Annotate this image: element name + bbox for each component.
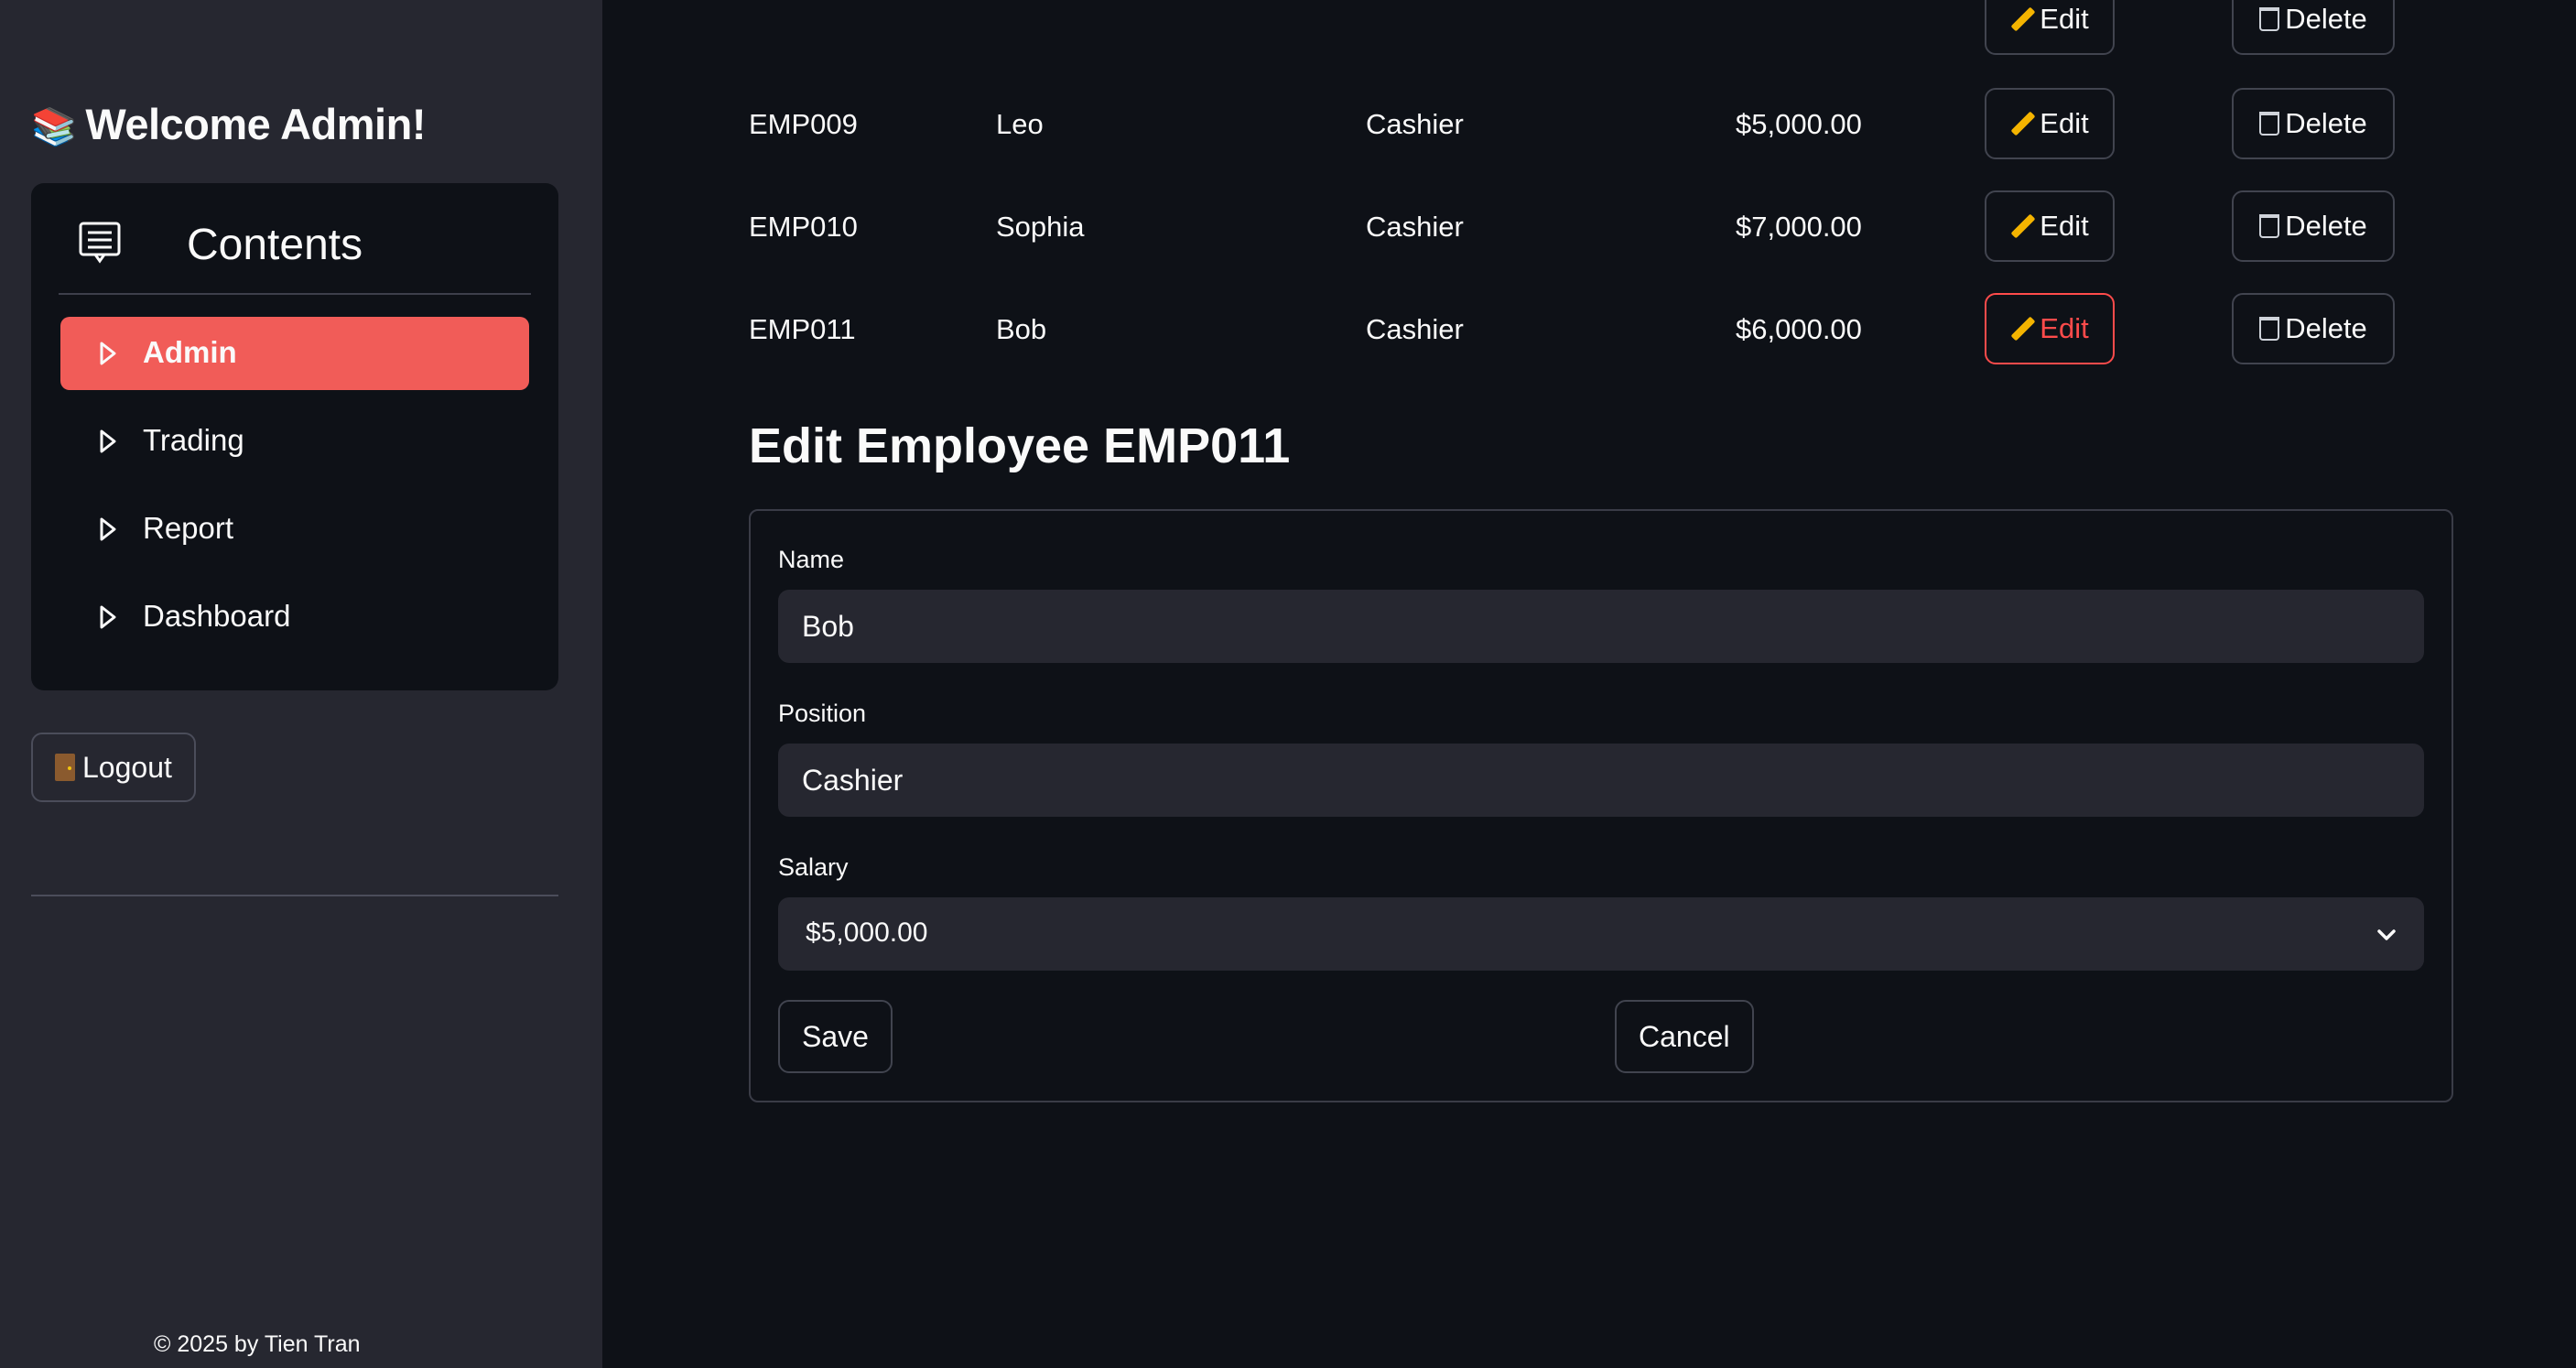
navigation-menu: Contents Admin Trading Report Dashboard <box>31 183 558 690</box>
menu-item-label: Report <box>143 511 234 545</box>
menu-item-admin[interactable]: Admin <box>60 317 529 390</box>
delete-button[interactable]: Delete <box>2232 88 2395 159</box>
door-icon <box>55 754 75 781</box>
form-title: Edit Employee EMP011 <box>749 418 1291 473</box>
cell-position: Cashier <box>1366 211 1464 243</box>
menu-item-trading[interactable]: Trading <box>60 405 529 478</box>
salary-selected-value: $5,000.00 <box>806 917 928 948</box>
pencil-icon <box>2010 317 2034 341</box>
trash-icon <box>2259 112 2280 136</box>
cell-name: Sophia <box>996 211 1085 243</box>
cell-position: Cashier <box>1366 313 1464 345</box>
play-icon <box>100 605 116 629</box>
edit-employee-form: Name Position Salary $5,000.00 Save Canc… <box>749 509 2453 1102</box>
footer-copyright: © 2025 by Tien Tran <box>154 1331 361 1357</box>
play-icon <box>100 342 116 365</box>
cell-name: Leo <box>996 108 1044 140</box>
menu-item-dashboard[interactable]: Dashboard <box>60 581 529 654</box>
menu-item-label: Trading <box>143 423 244 457</box>
save-button[interactable]: Save <box>778 1000 893 1073</box>
edit-button[interactable]: Edit <box>1985 190 2115 262</box>
books-icon: 📚 <box>31 107 77 147</box>
cell-id: EMP010 <box>749 211 858 243</box>
trash-icon <box>2259 317 2280 341</box>
cell-id: EMP009 <box>749 108 858 140</box>
table-row: EMP010 Sophia Cashier $7,000.00 Edit Del… <box>749 190 2488 273</box>
edit-button[interactable]: Edit <box>1985 88 2115 159</box>
position-input[interactable] <box>778 744 2424 817</box>
position-label: Position <box>778 700 867 727</box>
cell-salary: $7,000.00 <box>1736 211 1862 243</box>
divider <box>31 895 558 896</box>
play-icon <box>100 517 116 541</box>
table-row: EMP009 Leo Cashier $5,000.00 Edit Delete <box>749 88 2488 170</box>
menu-title: Contents <box>187 221 363 269</box>
logout-button[interactable]: Logout <box>31 733 196 802</box>
trash-icon <box>2259 7 2280 31</box>
sidebar: 📚 Welcome Admin! Contents Admin Trading R… <box>0 0 602 1368</box>
cell-name: Bob <box>996 313 1047 345</box>
table-row: EMP011 Bob Cashier $6,000.00 Edit Delete <box>749 293 2488 375</box>
menu-header: Contents <box>59 216 531 295</box>
name-input[interactable] <box>778 590 2424 663</box>
salary-label: Salary <box>778 853 849 881</box>
pencil-icon <box>2010 214 2034 238</box>
edit-button-active[interactable]: Edit <box>1985 293 2115 364</box>
contents-icon <box>79 222 121 264</box>
edit-button[interactable]: Edit <box>1985 0 2115 55</box>
cell-id: EMP011 <box>749 313 856 345</box>
cell-salary: $6,000.00 <box>1736 313 1862 345</box>
cell-salary: $5,000.00 <box>1736 108 1862 140</box>
pencil-icon <box>2010 112 2034 136</box>
delete-button[interactable]: Delete <box>2232 0 2395 55</box>
welcome-heading: 📚 Welcome Admin! <box>31 100 426 148</box>
trash-icon <box>2259 214 2280 238</box>
pencil-icon <box>2010 7 2034 31</box>
menu-item-report[interactable]: Report <box>60 493 529 566</box>
menu-item-label: Dashboard <box>143 599 291 633</box>
delete-button[interactable]: Delete <box>2232 293 2395 364</box>
salary-select[interactable]: $5,000.00 <box>778 897 2424 971</box>
table-row-partial: Edit Delete <box>749 0 2488 66</box>
cell-position: Cashier <box>1366 108 1464 140</box>
name-label: Name <box>778 546 845 573</box>
menu-item-label: Admin <box>143 335 237 369</box>
delete-button[interactable]: Delete <box>2232 190 2395 262</box>
chevron-down-icon <box>2377 929 2396 940</box>
cancel-button[interactable]: Cancel <box>1615 1000 1754 1073</box>
play-icon <box>100 429 116 453</box>
